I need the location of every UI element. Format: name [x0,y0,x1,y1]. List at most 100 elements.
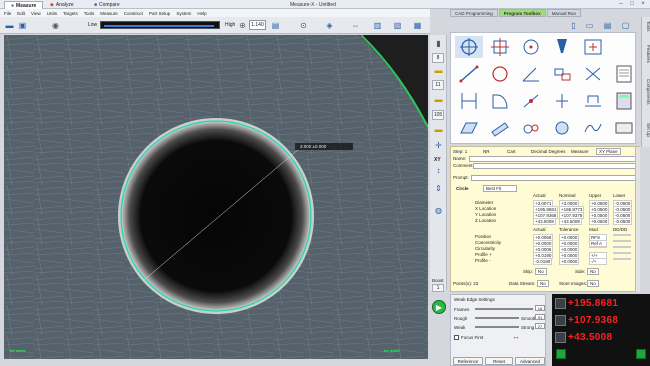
crosshair-tool-icon[interactable] [486,36,514,58]
boost-field[interactable]: 1 [432,284,444,292]
axis-up-icon[interactable]: ↕ [433,165,444,176]
clear-icon[interactable]: ▢ [620,20,631,31]
value-field-2[interactable]: 11 [432,80,444,90]
menu-measure[interactable]: Measure [100,11,118,16]
coaxial-icon[interactable]: ▬ [433,124,444,135]
scrollbar[interactable] [635,147,640,292]
tab-measure[interactable]: ● Measure [4,1,44,9]
menu-part-setup[interactable]: Part Setup [149,11,170,16]
cone-tool-icon[interactable] [517,117,545,139]
tolerance-dd-3[interactable] [613,252,631,254]
tolerance-tolerance-4[interactable]: +0.0000 [559,258,580,265]
line-tool-icon[interactable] [455,63,483,85]
tolerance-dd-1[interactable] [613,240,631,242]
rough-value[interactable]: 91 [535,314,545,320]
dro-toggle-icon[interactable] [556,349,566,359]
advanced-button[interactable]: Advanced [515,357,545,365]
slot-tool-icon[interactable] [579,63,607,85]
z-zero-icon[interactable] [555,332,566,343]
skip-select[interactable]: No [535,268,547,275]
side-tab-features[interactable]: Features [642,45,650,63]
arc-tool-icon[interactable] [486,90,514,112]
light-ring-icon[interactable]: ▬ [433,65,444,76]
edge-icon[interactable]: ▥ [372,20,383,31]
side-tab-setup[interactable]: Set Up [642,123,650,137]
value-field-3[interactable]: 105 [432,110,444,120]
dro-mode-icon[interactable] [636,349,646,359]
tolerance-mod-2[interactable] [589,246,607,248]
home-axis-icon[interactable]: ✛ [433,140,444,151]
light-icon[interactable]: ◈ [324,20,335,31]
lens-icon[interactable]: ▤ [270,20,281,31]
frames-value[interactable]: 16 [535,305,545,311]
prompt-input[interactable] [471,175,639,181]
probe-tool-icon[interactable] [548,36,576,58]
report-tool-icon[interactable] [610,63,638,85]
tolerance-mod-4[interactable]: -/+ [589,258,607,265]
plane-tool-icon[interactable] [455,117,483,139]
tolerance-dd-0[interactable] [613,234,631,236]
sphere-tool-icon[interactable] [548,117,576,139]
weak-value[interactable]: 27 [535,323,545,329]
camera-settings-icon[interactable]: ◉ [50,20,61,31]
name-input[interactable] [469,156,639,162]
feature-lower-3[interactable]: -0.0500 [613,218,633,225]
comment-input[interactable] [473,163,639,169]
play-icon[interactable]: ▶ [432,300,446,314]
menu-file[interactable]: File [4,11,11,16]
menu-units[interactable]: Units [47,11,57,16]
backlight-icon[interactable]: ▬ [433,94,444,105]
edge-direction-icon[interactable]: ↔ [507,332,525,344]
align-icon[interactable]: ▧ [392,20,403,31]
focus-tool-icon[interactable] [455,36,483,58]
fit-select[interactable]: Best Fit [483,185,517,192]
tab-program-toolbox[interactable]: Program Toolbox [498,9,546,17]
tab-analyze[interactable]: ◆ Analyze [44,1,80,9]
focus-first-checkbox[interactable] [454,335,459,340]
menu-help[interactable]: Help [197,11,206,16]
plane-select[interactable]: XY Plane [596,148,621,155]
side-tab-tools[interactable]: Tools [642,21,650,32]
globe-icon[interactable]: ◍ [433,205,444,216]
shift-icon[interactable]: ⇔ [350,20,361,31]
print-icon[interactable]: ▤ [602,20,613,31]
distance-tool-icon[interactable] [548,63,576,85]
circle-tool-icon[interactable] [517,36,545,58]
side-tab-components[interactable]: Components [642,79,650,105]
tolerance-actual-4[interactable]: -0.0190 [533,258,553,265]
menu-system[interactable]: System [176,11,191,16]
point-tool-icon[interactable] [579,36,607,58]
cylinder-tool-icon[interactable] [486,117,514,139]
width-tool-icon[interactable] [455,90,483,112]
data-stream-select[interactable]: No [537,280,549,287]
z-axis-icon[interactable]: ⇕ [433,183,444,194]
feature-actual-3[interactable]: +43.5008 [533,218,556,225]
menu-view[interactable]: View [31,11,41,16]
zoom-field[interactable]: 1.140 [249,20,266,30]
frames-slider[interactable] [475,308,533,310]
align-tool-icon[interactable] [579,90,607,112]
light-slider[interactable] [100,21,220,29]
menu-targets[interactable]: Targets [63,11,78,16]
maximize-icon[interactable]: □ [627,1,637,8]
blank-tool-icon[interactable] [610,36,638,58]
reset-button[interactable]: Reset [485,357,513,365]
menu-tools[interactable]: Tools [84,11,95,16]
camera-view[interactable]: 3.000 ±0.000 ■■ ■■■■ ■■ ■■■■ [4,35,428,359]
intersect-tool-icon[interactable] [517,90,545,112]
menu-edit[interactable]: Edit [17,11,25,16]
weak-slider[interactable] [475,326,519,328]
step-icon[interactable]: ▮ [433,38,444,49]
menu-construct[interactable]: Construct [124,11,143,16]
angle-tool-icon[interactable] [517,63,545,85]
tolerance-dd-2[interactable] [613,246,631,248]
zoom-icon[interactable]: ⊕ [237,20,248,31]
store-images-select[interactable]: No [587,280,599,287]
tab-manual-run[interactable]: Manual Run [546,9,581,17]
circle-3pt-tool-icon[interactable] [486,63,514,85]
x-zero-icon[interactable] [555,298,566,309]
side-select[interactable]: No [587,268,599,275]
rough-slider[interactable] [475,317,519,319]
feature-nominal-3[interactable]: +43.5008 [559,218,582,225]
contour-tool-icon[interactable] [579,117,607,139]
